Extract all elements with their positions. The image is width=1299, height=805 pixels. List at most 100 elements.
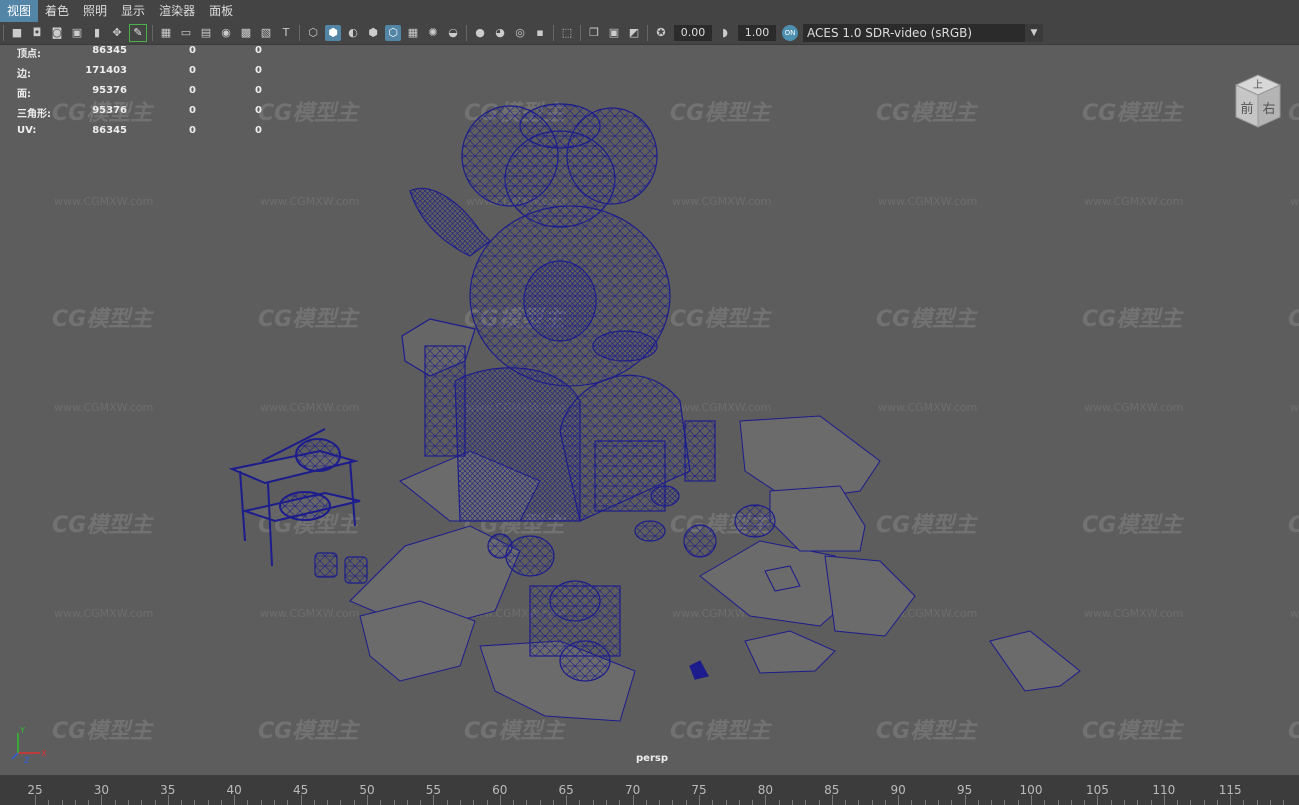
hud-label: 面: — [17, 89, 31, 100]
timeline-tick-mark — [526, 800, 528, 805]
timeline-tick-mark — [154, 800, 156, 805]
color-space-value: ACES 1.0 SDR-video (sRGB) — [807, 26, 973, 40]
hud-value: 95376 — [92, 105, 127, 116]
gamma-field[interactable] — [738, 25, 776, 41]
color-space-dropdown[interactable]: ACES 1.0 SDR-video (sRGB) ▼ — [803, 24, 1043, 42]
bookmark-camera-icon[interactable]: ◙ — [49, 25, 65, 41]
chevron-down-icon[interactable]: ▼ — [1025, 24, 1043, 42]
hud-label: UV: — [17, 125, 37, 136]
panel-menu-bar: 视图 着色 照明 显示 渲染器 面板 — [0, 0, 1299, 22]
pan-zoom-icon[interactable]: ✥ — [109, 25, 125, 41]
3d-viewport[interactable]: CG模型主 CG模型主 CG模型主 CG模型主 CG模型主 CG模型主 CG模型主 CG模型主… — [0, 44, 1299, 776]
timeline-tick-mark — [1017, 800, 1019, 805]
timeline-tick-mark — [738, 800, 740, 805]
timeline-tick-mark — [1203, 800, 1205, 805]
color-management-icon[interactable]: ON — [782, 25, 798, 41]
xray-components-icon[interactable]: ◩ — [626, 25, 642, 41]
view-cube-front-label: 前 — [1240, 101, 1253, 117]
wireframe-icon[interactable]: ⬡ — [305, 25, 321, 41]
timeline-tick-mark — [1031, 795, 1032, 805]
xray-joints-icon[interactable]: ❐ — [586, 25, 602, 41]
timeline-tick-mark — [433, 795, 435, 805]
hud-row-uvs: UV: 86345 0 0 — [17, 125, 277, 145]
exposure-field[interactable] — [674, 25, 712, 41]
timeline-tick-mark — [61, 800, 63, 805]
use-default-material-icon[interactable]: ◐ — [345, 25, 361, 41]
timeline-tick-mark — [207, 800, 209, 805]
safe-action-icon[interactable]: ▧ — [258, 25, 274, 41]
film-gate-icon[interactable]: ▭ — [178, 25, 194, 41]
hud-value: 86345 — [92, 45, 127, 56]
toolbar-divider — [152, 25, 153, 41]
gate-mask-icon[interactable]: ◉ — [218, 25, 234, 41]
menu-view[interactable]: 视图 — [0, 0, 39, 22]
hud-row-triangles: 三角形: 95376 0 0 — [17, 105, 277, 125]
view-cube[interactable]: 上 前 右 — [1228, 73, 1288, 129]
safe-title-icon[interactable]: T — [278, 25, 294, 41]
timeline-tick-mark — [35, 795, 36, 805]
menu-panels[interactable]: 面板 — [202, 0, 240, 22]
timeline-tick-mark — [1177, 800, 1179, 805]
timeline-tick-mark — [659, 800, 661, 805]
hud-label: 边: — [17, 69, 31, 80]
gamma-icon[interactable]: ◗ — [717, 25, 733, 41]
bookmark-icon[interactable]: ▮ — [89, 25, 105, 41]
view-cube-top-label: 上 — [1253, 79, 1263, 91]
hud-value: 0 — [189, 65, 196, 76]
xray-active-icon[interactable]: ▣ — [606, 25, 622, 41]
smooth-shade-icon[interactable]: ⬢ — [325, 25, 341, 41]
timeline-tick-mark — [194, 800, 196, 805]
isolate-select-icon[interactable]: ⬚ — [559, 25, 575, 41]
grease-pencil-icon[interactable]: ✎ — [129, 24, 147, 42]
timeline-tick-mark — [141, 800, 143, 805]
timeline-tick-mark — [1163, 795, 1165, 805]
motion-blur-icon[interactable]: ◕ — [492, 25, 508, 41]
grid-icon[interactable]: ▦ — [158, 25, 174, 41]
lights-icon[interactable]: ✺ — [425, 25, 441, 41]
depth-of-field-icon[interactable]: ▪ — [532, 25, 548, 41]
shadows-icon[interactable]: ◒ — [445, 25, 461, 41]
timeline-tick-mark — [1283, 800, 1285, 805]
menu-renderer[interactable]: 渲染器 — [152, 0, 202, 22]
menu-show[interactable]: 显示 — [114, 0, 152, 22]
wireframe-on-shaded-icon[interactable]: ⬢ — [365, 25, 381, 41]
menu-lighting[interactable]: 照明 — [76, 0, 114, 22]
hud-value: 0 — [189, 125, 196, 136]
timeline-tick-mark — [1097, 795, 1099, 805]
resolution-gate-icon[interactable]: ▤ — [198, 25, 214, 41]
timeline-tick-mark — [1216, 800, 1218, 805]
field-chart-icon[interactable]: ▩ — [238, 25, 254, 41]
timeline-tick-mark — [818, 800, 820, 805]
exposure-icon[interactable]: ✪ — [653, 25, 669, 41]
camera-attr-icon[interactable]: ◘ — [29, 25, 45, 41]
timeline-tick-mark — [725, 800, 727, 805]
timeline-tick-mark — [898, 795, 900, 805]
time-slider[interactable]: 25 30 35 40 45 50 55 60 65 70 75 80 85 90 95 100 105 110 1… — [0, 775, 1299, 805]
screen-space-ao-icon[interactable]: ● — [472, 25, 488, 41]
timeline-tick-mark — [287, 800, 289, 805]
timeline-tick-mark — [247, 800, 249, 805]
xray-icon[interactable]: ⬡ — [385, 25, 401, 41]
timeline-tick-mark — [1110, 800, 1112, 805]
timeline-tick-mark — [274, 800, 276, 805]
timeline-tick-mark — [499, 795, 501, 805]
image-plane-icon[interactable]: ▣ — [69, 25, 85, 41]
timeline-tick-mark — [327, 800, 329, 805]
hud-value: 0 — [255, 85, 262, 96]
timeline-tick-mark — [672, 800, 674, 805]
hud-value: 0 — [189, 85, 196, 96]
hud-value: 0 — [255, 65, 262, 76]
multisample-aa-icon[interactable]: ◎ — [512, 25, 528, 41]
textured-icon[interactable]: ▦ — [405, 25, 421, 41]
timeline-tick-mark — [752, 800, 754, 805]
menu-shading[interactable]: 着色 — [38, 0, 76, 22]
toolbar-divider — [647, 25, 648, 41]
camera-icon[interactable]: ■ — [9, 25, 25, 41]
timeline-tick-mark — [632, 795, 634, 805]
timeline-tick-mark — [1256, 800, 1258, 805]
timeline-tick-mark — [473, 800, 475, 805]
timeline-tick-mark — [1137, 800, 1139, 805]
timeline-tick-mark — [1084, 800, 1086, 805]
toolbar-divider — [299, 25, 300, 41]
timeline-tick-mark — [606, 800, 608, 805]
